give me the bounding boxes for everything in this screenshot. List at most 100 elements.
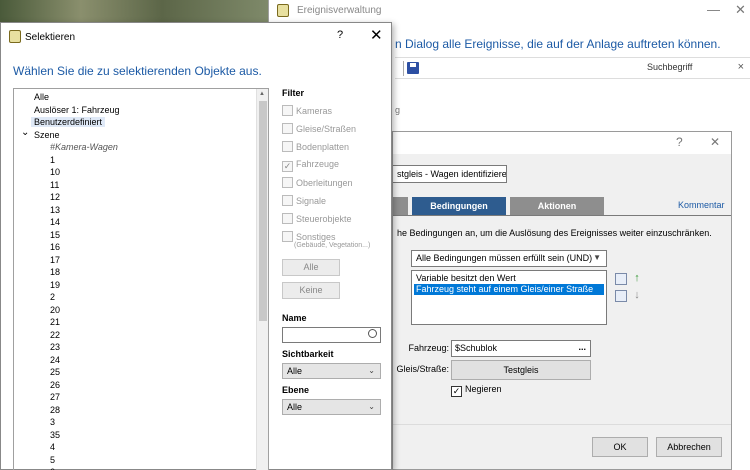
- tab-conditions[interactable]: Bedingungen: [412, 197, 506, 215]
- ok-button[interactable]: OK: [592, 437, 648, 457]
- arrow-down-icon[interactable]: ↓: [631, 289, 643, 301]
- search-label[interactable]: Suchbegriff: [647, 62, 692, 72]
- checkbox-icon[interactable]: [282, 141, 293, 152]
- remove-condition-icon[interactable]: [615, 290, 627, 302]
- close-button[interactable]: ✕: [710, 135, 720, 149]
- select-title: Selektieren: [25, 32, 76, 43]
- tree-item[interactable]: 21: [14, 316, 256, 329]
- tree-item[interactable]: 16: [14, 241, 256, 254]
- tree-item[interactable]: 28: [14, 404, 256, 417]
- checkbox-icon[interactable]: [282, 177, 293, 188]
- tree-item[interactable]: 2: [14, 291, 256, 304]
- layer-select[interactable]: Alle ⌄: [282, 399, 381, 415]
- cancel-button[interactable]: Abbrechen: [656, 437, 722, 457]
- tree-item[interactable]: 23: [14, 341, 256, 354]
- tree-item[interactable]: 14: [14, 216, 256, 229]
- scrollbar-thumb[interactable]: [259, 101, 267, 321]
- select-none-button[interactable]: Keine: [282, 282, 340, 299]
- tree-item-label: 19: [50, 279, 61, 290]
- condition-item-selected[interactable]: Fahrzeug steht auf einem Gleis/einer Str…: [414, 284, 604, 295]
- checkbox-icon[interactable]: [282, 213, 293, 224]
- help-button[interactable]: ?: [676, 135, 683, 149]
- filter-other-sub: (Gebäude, Vegetation...): [294, 242, 371, 249]
- tree-item-label: 10: [50, 167, 61, 177]
- negate-check-box[interactable]: ✓: [451, 386, 462, 397]
- minimize-button[interactable]: —: [707, 2, 720, 17]
- add-condition-icon[interactable]: [615, 273, 627, 285]
- vehicle-field[interactable]: $Schublok ...: [451, 340, 591, 357]
- save-icon[interactable]: [407, 62, 419, 74]
- tree-item[interactable]: 35: [14, 429, 256, 442]
- filter-checkbox[interactable]: ✓ Fahrzeuge: [282, 159, 339, 172]
- filter-checkbox[interactable]: Signale: [282, 195, 326, 206]
- tree-item-label: 26: [50, 379, 61, 390]
- filter-label: Oberleitungen: [296, 178, 353, 188]
- tab-trigger[interactable]: [393, 197, 408, 215]
- filter-checkbox[interactable]: Kameras: [282, 105, 332, 116]
- visibility-select[interactable]: Alle ⌄: [282, 363, 381, 379]
- filter-label: Gleise/Straßen: [296, 124, 357, 134]
- tree-item[interactable]: 22: [14, 329, 256, 342]
- condition-item[interactable]: Variable besitzt den Wert: [414, 273, 604, 284]
- tree-item[interactable]: #Kamera-Wagen: [14, 141, 256, 154]
- condition-mode-value: Alle Bedingungen müssen erfüllt sein (UN…: [416, 253, 593, 263]
- object-tree[interactable]: Alle Auslöser 1: Fahrzeug Benutzerdefinier…: [13, 88, 269, 470]
- negate-checkbox[interactable]: ✓ Negieren: [451, 384, 502, 397]
- checked-box-icon[interactable]: ✓: [282, 161, 293, 172]
- condition-list[interactable]: Variable besitzt den Wert Fahrzeug steht…: [411, 270, 607, 325]
- arrow-up-icon[interactable]: ↑: [631, 272, 643, 284]
- tree-item[interactable]: 15: [14, 229, 256, 242]
- expand-icon[interactable]: ⌄: [21, 127, 29, 140]
- tree-item[interactable]: 1: [14, 154, 256, 167]
- browse-vehicle-button[interactable]: ...: [578, 342, 586, 352]
- close-button[interactable]: ✕: [735, 2, 746, 18]
- chevron-down-icon: ▼: [593, 253, 601, 262]
- filter-checkbox[interactable]: Sonstiges: [282, 231, 336, 242]
- name-heading: Name: [282, 313, 307, 323]
- track-button[interactable]: Testgleis: [451, 360, 591, 380]
- filter-checkbox[interactable]: Oberleitungen: [282, 177, 353, 188]
- checkbox-icon[interactable]: [282, 195, 293, 206]
- comment-link[interactable]: Kommentar: [678, 200, 725, 210]
- clear-search-icon[interactable]: ×: [738, 61, 744, 73]
- tree-item[interactable]: 26: [14, 379, 256, 392]
- event-manager-fragment: g: [395, 105, 401, 115]
- tree-item[interactable]: 24: [14, 354, 256, 367]
- tree-item[interactable]: 19: [14, 279, 256, 292]
- tree-item[interactable]: 27: [14, 391, 256, 404]
- close-button[interactable]: ✕: [370, 26, 383, 44]
- tree-item[interactable]: 18: [14, 266, 256, 279]
- filter-checkbox[interactable]: Steuerobjekte: [282, 213, 352, 224]
- tab-actions[interactable]: Aktionen: [510, 197, 604, 215]
- tree-item[interactable]: 5: [14, 454, 256, 467]
- tree-item[interactable]: 12: [14, 191, 256, 204]
- select-all-button[interactable]: Alle: [282, 259, 340, 276]
- tree-item[interactable]: 13: [14, 204, 256, 217]
- tree-item[interactable]: 11: [14, 179, 256, 192]
- tree-item[interactable]: 17: [14, 254, 256, 267]
- event-name-field[interactable]: stgleis - Wagen identifizieren: [393, 165, 507, 183]
- tree-item[interactable]: ⌄ Szene: [14, 127, 256, 142]
- tree-item[interactable]: Auslöser 1: Fahrzeug: [14, 104, 256, 117]
- tree-item[interactable]: Alle: [14, 91, 256, 104]
- tree-item[interactable]: 10: [14, 166, 256, 179]
- tree-item[interactable]: Benutzerdefiniert: [14, 116, 256, 129]
- tree-item[interactable]: 20: [14, 304, 256, 317]
- tree-item[interactable]: 3: [14, 416, 256, 429]
- tree-scrollbar[interactable]: ▲: [256, 89, 268, 470]
- checkbox-icon[interactable]: [282, 231, 293, 242]
- checkbox-icon[interactable]: [282, 105, 293, 116]
- scroll-up-icon[interactable]: ▲: [259, 91, 265, 97]
- condition-mode-select[interactable]: Alle Bedingungen müssen erfüllt sein (UN…: [411, 250, 607, 267]
- filter-checkbox[interactable]: Bodenplatten: [282, 141, 349, 152]
- filter-label: Steuerobjekte: [296, 214, 352, 224]
- tree-item[interactable]: 6: [14, 466, 256, 470]
- filter-checkbox[interactable]: Gleise/Straßen: [282, 123, 356, 134]
- tree-item-label: 28: [50, 404, 61, 415]
- checkbox-icon[interactable]: [282, 123, 293, 134]
- event-manager-title: Ereignisverwaltung: [297, 5, 382, 16]
- help-button[interactable]: ?: [337, 29, 343, 41]
- tree-item[interactable]: 4: [14, 441, 256, 454]
- tree-item[interactable]: 25: [14, 366, 256, 379]
- name-search-input[interactable]: [282, 327, 381, 343]
